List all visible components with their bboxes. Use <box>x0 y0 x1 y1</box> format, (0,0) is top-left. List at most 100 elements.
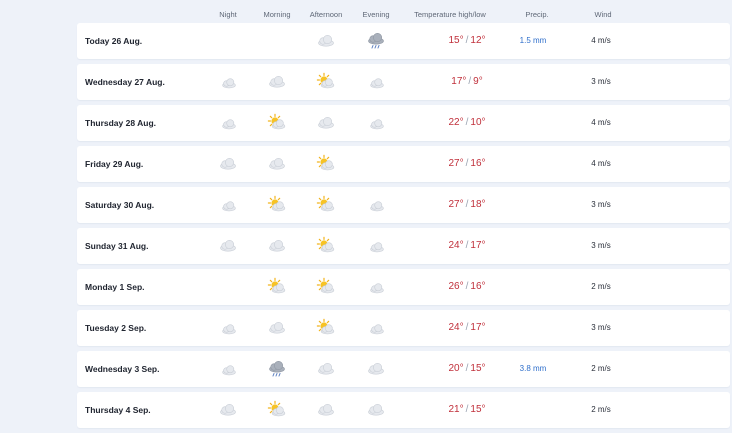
rain-cloud-icon <box>366 31 386 51</box>
forecast-row[interactable]: Thursday 28 Aug. 22°/10° 4 m/s <box>77 105 730 141</box>
header-morning: Morning <box>263 10 291 19</box>
temperature-separator: / <box>465 404 469 415</box>
temperature-high-low: 27°/18° <box>448 187 485 223</box>
temperature-low: 9° <box>473 76 483 87</box>
sun-cloud-icon <box>316 195 336 215</box>
moon-cloud-icon <box>366 72 386 92</box>
day-label: Tuesday 2 Sep. <box>85 323 147 333</box>
temperature-low: 15° <box>470 363 486 374</box>
temperature-high: 21° <box>448 404 464 415</box>
temperature-high: 15° <box>448 35 464 46</box>
cloud-icon <box>218 154 238 174</box>
temperature-low: 17° <box>470 322 486 333</box>
precipitation: 1.5 mm <box>519 36 547 45</box>
forecast-row[interactable]: Tuesday 2 Sep. 24°/17° 3 m/s <box>77 310 730 346</box>
rain-cloud-icon <box>267 359 287 379</box>
day-label: Sunday 31 Aug. <box>85 241 149 251</box>
header-precip: Precip. <box>525 10 549 19</box>
temperature-high: 24° <box>448 322 464 333</box>
temperature-high-low: 21°/15° <box>448 392 485 428</box>
sun-cloud-icon <box>316 72 336 92</box>
wind-speed: 3 m/s <box>591 323 611 332</box>
moon-cloud-icon <box>366 277 386 297</box>
cloud-icon <box>218 400 238 420</box>
cloud-icon <box>267 72 287 92</box>
forecast-row[interactable]: Wednesday 3 Sep. 20°/15° 3.8 mm 2 m/s <box>77 351 730 387</box>
moon-cloud-icon <box>366 195 386 215</box>
temperature-high: 27° <box>448 199 464 210</box>
day-label: Today 26 Aug. <box>85 36 143 46</box>
temperature-low: 17° <box>470 240 486 251</box>
moon-cloud-icon <box>218 72 238 92</box>
moon-cloud-icon <box>366 236 386 256</box>
temperature-high: 22° <box>448 117 464 128</box>
temperature-low: 16° <box>470 158 486 169</box>
day-label: Friday 29 Aug. <box>85 159 144 169</box>
day-label: Wednesday 27 Aug. <box>85 77 165 87</box>
cloud-icon <box>366 400 386 420</box>
sun-cloud-icon <box>316 277 336 297</box>
forecast-row[interactable]: Today 26 Aug. 15°/12° 1.5 mm 4 m/s <box>77 23 730 59</box>
temperature-high-low: 22°/10° <box>448 105 485 141</box>
cloud-icon <box>218 236 238 256</box>
day-label: Thursday 28 Aug. <box>85 118 157 128</box>
forecast-row[interactable]: Wednesday 27 Aug. 17°/9° 3 m/s <box>77 64 730 100</box>
wind-speed: 4 m/s <box>591 36 611 45</box>
moon-cloud-icon <box>366 113 386 133</box>
wind-speed: 2 m/s <box>591 282 611 291</box>
temperature-low: 16° <box>470 281 486 292</box>
sun-cloud-icon <box>267 277 287 297</box>
sun-cloud-icon <box>316 236 336 256</box>
temperature-high-low: 24°/17° <box>448 228 485 264</box>
cloud-icon <box>267 236 287 256</box>
sun-cloud-icon <box>267 195 287 215</box>
wind-speed: 4 m/s <box>591 118 611 127</box>
temperature-high: 17° <box>451 76 467 87</box>
sun-cloud-icon <box>316 154 336 174</box>
cloud-icon <box>316 31 336 51</box>
temperature-high-low: 17°/9° <box>451 64 482 100</box>
forecast-header: Night Morning Afternoon Evening Temperat… <box>0 10 732 24</box>
wind-speed: 3 m/s <box>591 200 611 209</box>
forecast-row[interactable]: Monday 1 Sep. 26°/16° 2 m/s <box>77 269 730 305</box>
temperature-high: 27° <box>448 158 464 169</box>
temperature-high-low: 20°/15° <box>448 351 485 387</box>
temperature-separator: / <box>465 322 469 333</box>
moon-icon <box>218 277 238 297</box>
temperature-low: 10° <box>470 117 486 128</box>
temperature-high-low: 26°/16° <box>448 269 485 305</box>
cloud-icon <box>316 359 336 379</box>
temperature-low: 15° <box>470 404 486 415</box>
wind-speed: 2 m/s <box>591 364 611 373</box>
cloud-icon <box>366 359 386 379</box>
temperature-separator: / <box>468 76 472 87</box>
moon-cloud-icon <box>218 113 238 133</box>
cloud-icon <box>316 113 336 133</box>
cloud-icon <box>267 318 287 338</box>
wind-speed: 4 m/s <box>591 159 611 168</box>
forecast-row[interactable]: Sunday 31 Aug. 24°/17° 3 m/s <box>77 228 730 264</box>
header-night: Night <box>219 10 237 19</box>
moon-cloud-icon <box>218 318 238 338</box>
day-label: Saturday 30 Aug. <box>85 200 155 210</box>
temperature-high: 20° <box>448 363 464 374</box>
temperature-separator: / <box>465 158 469 169</box>
sun-cloud-icon <box>267 113 287 133</box>
moon-icon <box>366 154 386 174</box>
precipitation: 3.8 mm <box>519 364 547 373</box>
day-label: Wednesday 3 Sep. <box>85 364 160 374</box>
moon-cloud-icon <box>366 318 386 338</box>
forecast-row[interactable]: Thursday 4 Sep. 21°/15° 2 m/s <box>77 392 730 428</box>
wind-speed: 3 m/s <box>591 241 611 250</box>
temperature-separator: / <box>465 199 469 210</box>
sun-cloud-icon <box>316 318 336 338</box>
forecast-row[interactable]: Saturday 30 Aug. 27°/18° 3 m/s <box>77 187 730 223</box>
moon-cloud-icon <box>218 359 238 379</box>
temperature-high-low: 24°/17° <box>448 310 485 346</box>
day-label: Monday 1 Sep. <box>85 282 145 292</box>
header-temperature: Temperature high/low <box>414 10 486 19</box>
temperature-separator: / <box>465 281 469 292</box>
temperature-high-low: 15°/12° <box>448 23 485 59</box>
temperature-separator: / <box>465 35 469 46</box>
forecast-row[interactable]: Friday 29 Aug. 27°/16° 4 m/s <box>77 146 730 182</box>
